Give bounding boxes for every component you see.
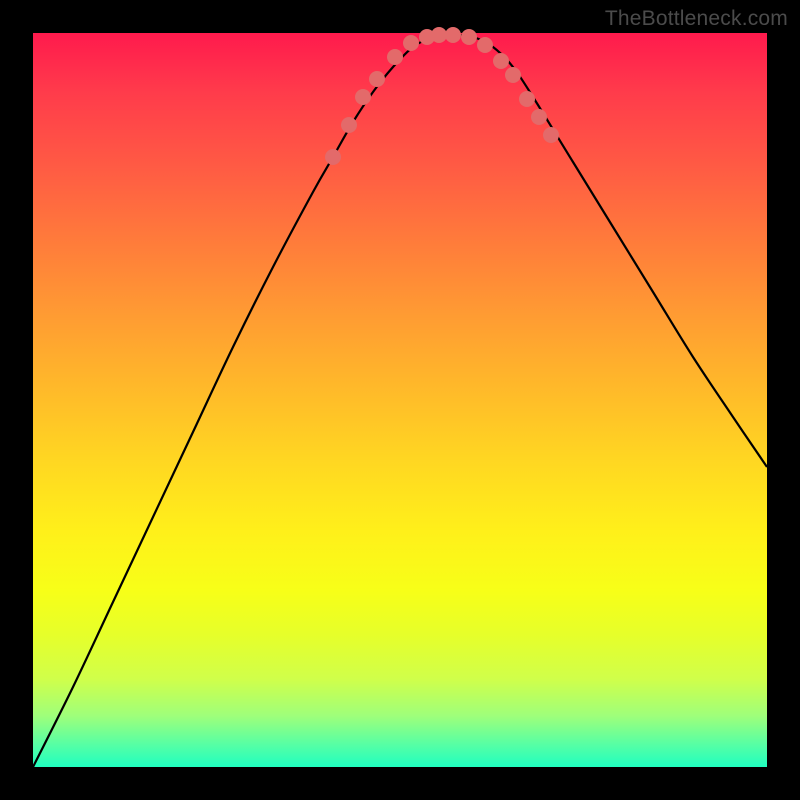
chart-frame: TheBottleneck.com — [0, 0, 800, 800]
watermark-text: TheBottleneck.com — [605, 7, 788, 31]
highlight-dot — [403, 35, 419, 51]
highlight-dots-group — [325, 27, 559, 165]
highlight-dot — [531, 109, 547, 125]
highlight-dot — [519, 91, 535, 107]
highlight-dot — [431, 27, 447, 43]
highlight-dot — [355, 89, 371, 105]
highlight-dot — [369, 71, 385, 87]
highlight-dot — [445, 27, 461, 43]
highlight-dot — [505, 67, 521, 83]
highlight-dot — [493, 53, 509, 69]
bottleneck-curve — [33, 35, 767, 767]
highlight-dot — [543, 127, 559, 143]
highlight-dot — [325, 149, 341, 165]
curve-svg — [33, 33, 767, 767]
highlight-dot — [477, 37, 493, 53]
plot-area — [33, 33, 767, 767]
highlight-dot — [341, 117, 357, 133]
highlight-dot — [387, 49, 403, 65]
highlight-dot — [461, 29, 477, 45]
